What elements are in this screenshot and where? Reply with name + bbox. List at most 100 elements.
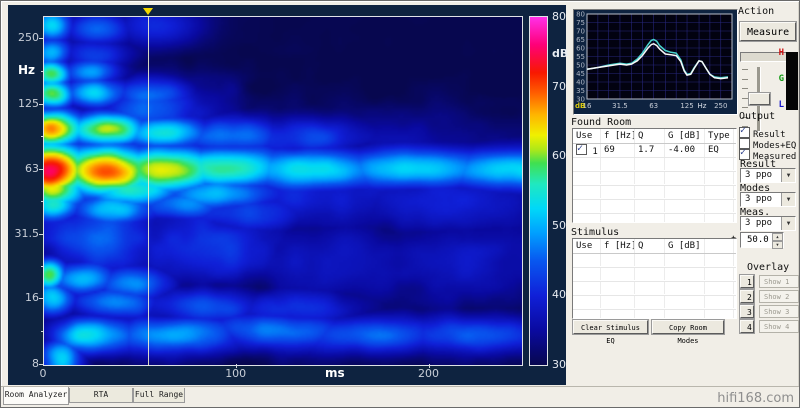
mini-y-tick-label: 40 [576,79,585,87]
checkbox-icon[interactable] [739,127,750,138]
mini-y-tick-label: 70 [576,28,585,36]
checkbox-icon[interactable] [576,144,587,155]
meter-high-label: H [775,48,784,58]
t-value: 50.0 [747,235,769,245]
select-modes[interactable]: 3 ppo▼ [740,192,796,207]
x-tick-label: 0 [26,367,60,380]
y-minor-tick-mark [41,201,43,202]
spectrogram-heatmap[interactable] [43,16,523,366]
slider-tick-icon [742,98,748,99]
meter-mid-label: G [775,74,784,84]
table-cell-empty [705,296,734,308]
overlay-button-2[interactable]: 2 [740,290,754,303]
response-chart: 80757065605550454035301631.563125250dBHz [574,10,735,112]
overlay-button-4[interactable]: 4 [740,320,754,333]
overlay-button-3[interactable]: 3 [740,305,754,318]
x-tick-label: 100 [219,367,253,380]
clear-stimulus-eq-button[interactable]: Clear Stimulus EQ [573,320,648,334]
output-section-title: Output [739,111,775,122]
found-room-table[interactable]: Usef [Hz]QG [dB]Type 1691.7-4.00EQ [572,128,737,223]
table-cell-empty [665,296,705,308]
slider-thumb[interactable] [749,93,770,105]
chevron-down-icon[interactable]: ▼ [781,217,795,230]
table-cell-empty [635,310,665,319]
mini-y-tick-label: 55 [576,53,585,61]
column-header: Q [635,239,665,253]
measure-button[interactable]: Measure [740,22,796,41]
colorbar-tick-label: 80 [552,10,566,23]
mini-x-tick-label: 31.5 [612,102,628,110]
time-cursor-handle[interactable] [143,8,153,15]
stimulus-table[interactable]: Usef [Hz]QG [dB] [572,238,737,319]
table-cell-empty [573,214,601,223]
table-empty-row [573,254,736,268]
table-cell-empty [665,282,705,294]
mini-y-tick-label: 45 [576,70,585,78]
table-cell-empty [635,200,665,212]
table-cell-empty [705,186,734,198]
table-cell-empty [665,310,705,319]
table-empty-row [573,172,736,186]
table-cell-empty [705,310,734,319]
table-cell-empty [665,214,705,223]
spin-down-icon[interactable]: ▼ [772,241,783,249]
column-header: f [Hz] [601,239,635,253]
y-tick-mark [39,104,43,105]
mini-x-tick-label: 125 [680,102,693,110]
table-cell-empty [573,310,601,319]
colorbar-tick-label: 50 [552,219,566,232]
y-tick-label: 125 [9,97,39,110]
table-cell-empty [601,214,635,223]
column-header [705,239,734,253]
table-cell-empty [705,158,734,170]
t-spinner[interactable]: 50.0 ▲ ▼ [740,232,784,248]
mini-y-tick-label: 50 [576,62,585,70]
table-cell-empty [705,172,734,184]
y-minor-tick-mark [41,136,43,137]
table-cell-g: -4.00 [665,144,705,157]
table-cell-use: 1 [573,144,601,157]
table-cell-empty [573,268,601,280]
colorbar-tick-label: 70 [552,80,566,93]
output-level-slider[interactable] [742,65,772,133]
tab-room-analyzer[interactable]: Room Analyzer [3,387,69,405]
slider-tick-icon [742,79,748,80]
table-cell-empty [705,214,734,223]
mini-y-unit-label: dB [575,102,585,110]
slider-tick-icon [742,107,748,108]
x-tick-mark [429,364,430,368]
column-header: Use [573,239,601,253]
y-tick-mark [39,169,43,170]
mini-x-tick-label: 63 [649,102,658,110]
select-value: 3 ppo [745,218,772,228]
mini-y-tick-label: 65 [576,36,585,44]
chevron-down-icon[interactable]: ▼ [781,193,795,206]
select-meas[interactable]: 3 ppo ▼ [740,216,796,231]
x-tick-mark [236,364,237,368]
option-checkbox-result[interactable]: Result [739,127,786,138]
mini-y-tick-label: 35 [576,87,585,95]
overlay-button-1[interactable]: 1 [740,275,754,288]
table-cell-empty [665,186,705,198]
table-cell-empty [665,254,705,266]
table-row[interactable]: 1691.7-4.00EQ [573,144,736,158]
select-result[interactable]: 3 ppo▼ [740,168,796,183]
column-header: Q [635,129,665,143]
time-cursor-line[interactable] [148,16,149,366]
table-empty-row [573,186,736,200]
table-empty-row [573,214,736,223]
y-tick-label: 63 [9,162,39,175]
tab-full-range[interactable]: Full Range [133,388,185,403]
spin-up-icon[interactable]: ▲ [772,233,783,241]
table-cell-empty [601,268,635,280]
x-tick-label: 200 [412,367,446,380]
table-cell-empty [601,254,635,266]
table-cell-empty [573,186,601,198]
copy-room-modes-button[interactable]: Copy Room Modes [652,320,724,334]
chevron-down-icon[interactable]: ▼ [781,169,795,182]
table-cell-empty [601,186,635,198]
option-checkbox-modes-eq[interactable]: Modes+EQ [739,138,796,149]
y-axis-unit-label: Hz [18,63,35,77]
y-tick-mark [39,364,43,365]
tab-rta[interactable]: RTA [69,388,133,403]
